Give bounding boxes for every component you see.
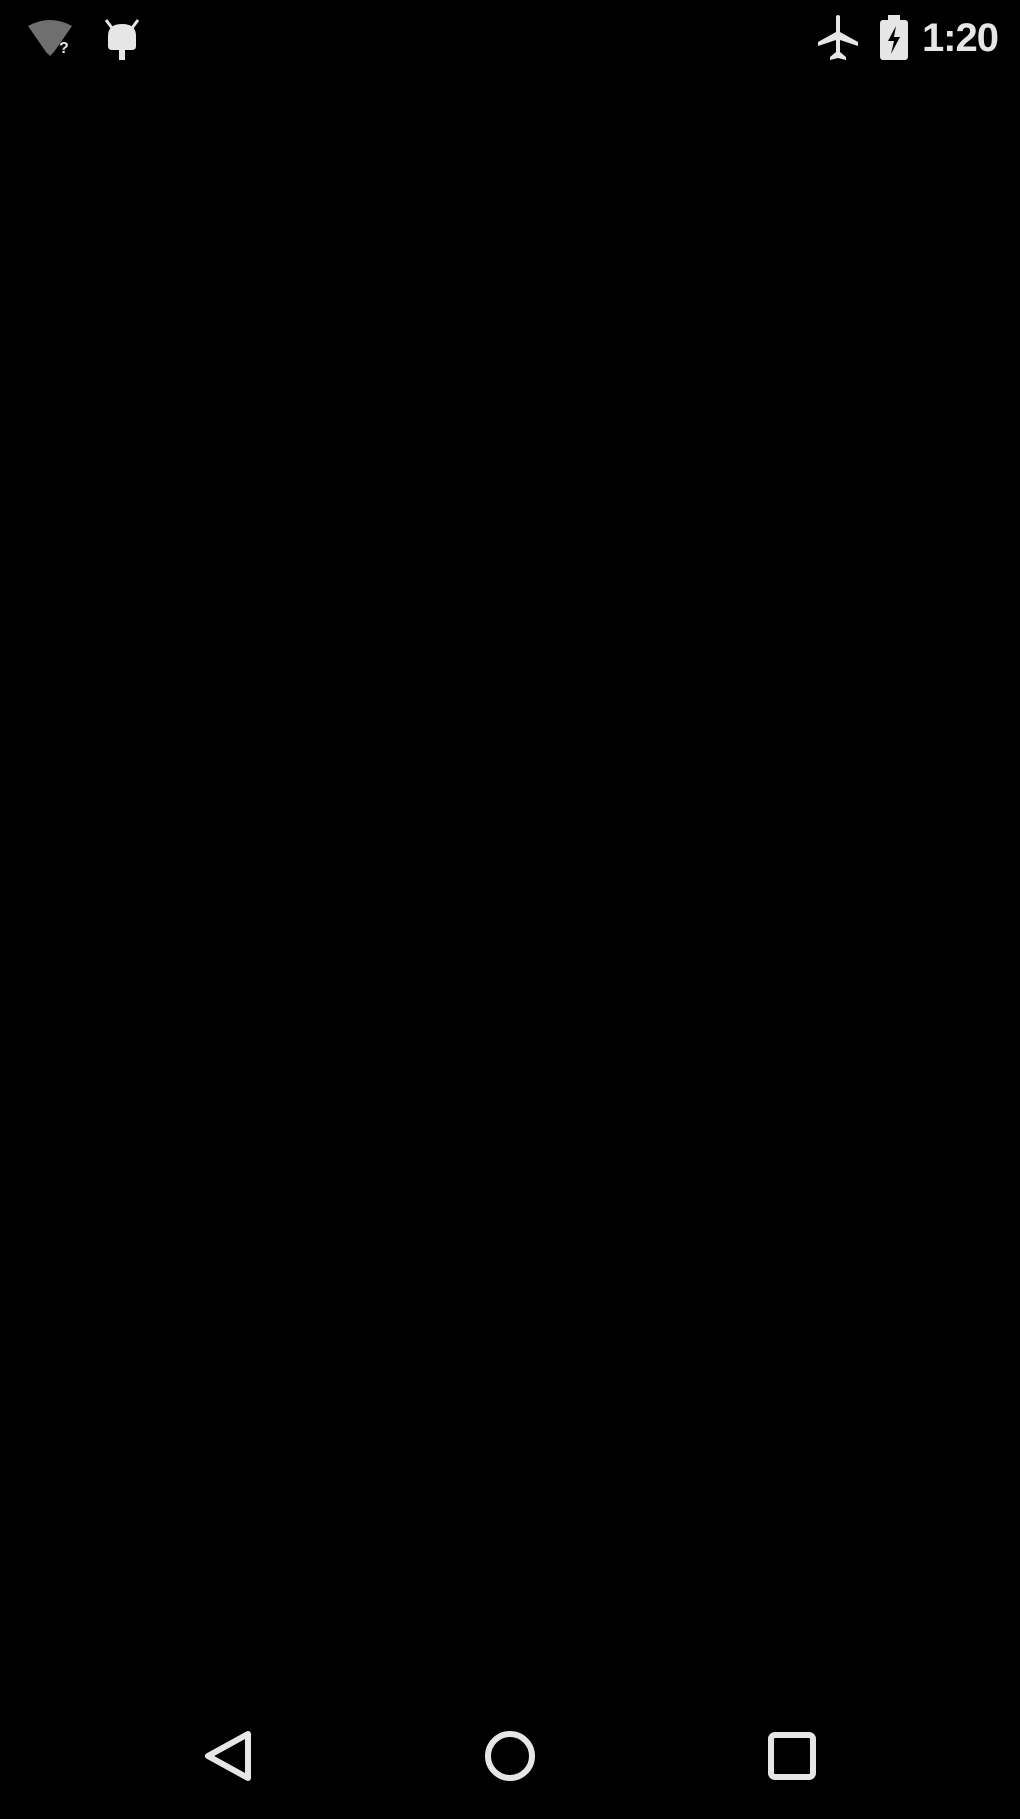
android-debug-icon xyxy=(102,14,142,62)
recents-button[interactable] xyxy=(742,1706,842,1806)
battery-charging-icon xyxy=(878,14,910,62)
status-bar: ? 1:20 xyxy=(0,0,1020,76)
home-icon xyxy=(480,1726,540,1786)
blank-content-area xyxy=(0,76,1020,1686)
status-right: 1:20 xyxy=(798,14,999,62)
status-clock: 1:20 xyxy=(921,15,999,60)
svg-text:?: ? xyxy=(59,40,69,56)
back-icon xyxy=(198,1726,258,1786)
wifi-no-internet-icon: ? xyxy=(26,20,74,56)
home-button[interactable] xyxy=(460,1706,560,1806)
navigation-bar xyxy=(0,1686,1020,1819)
airplane-mode-icon xyxy=(816,14,860,62)
back-button[interactable] xyxy=(178,1706,278,1806)
status-left: ? xyxy=(26,14,170,62)
recents-icon xyxy=(762,1726,822,1786)
